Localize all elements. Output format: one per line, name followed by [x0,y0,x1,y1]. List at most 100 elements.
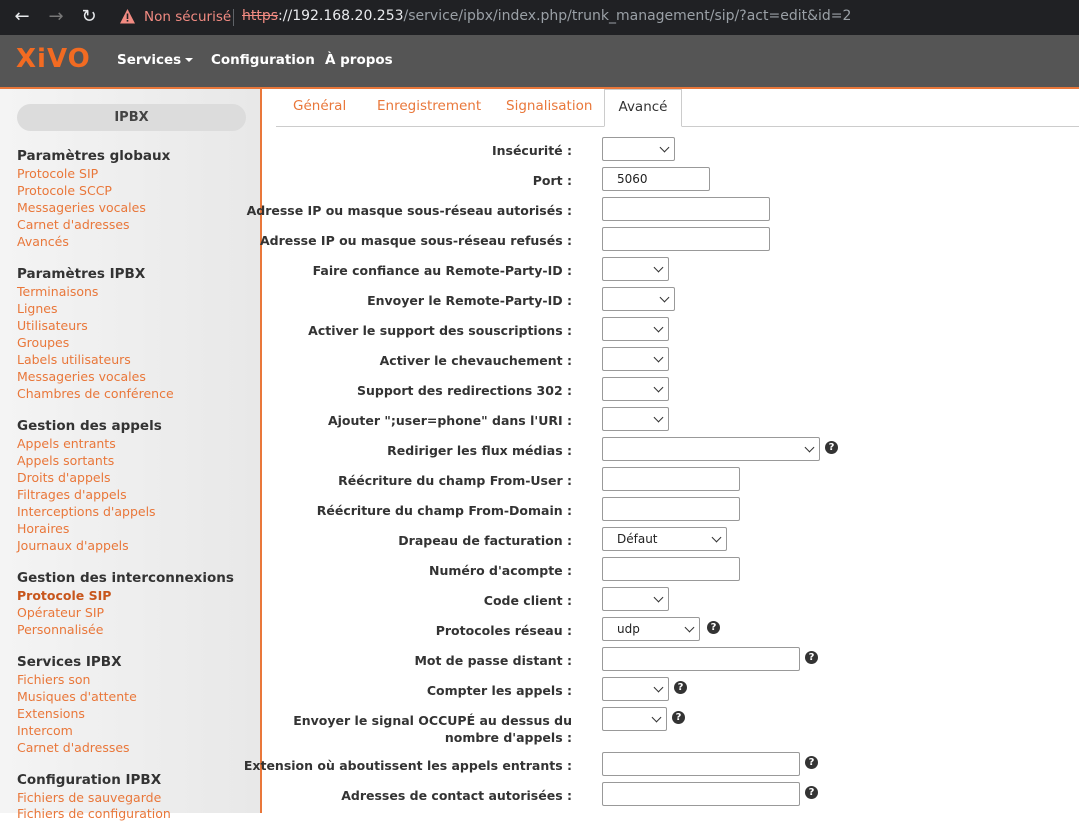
address-bar[interactable]: https://192.168.20.253/service/ipbx/inde… [242,8,851,24]
sidebar-link[interactable]: Protocole SCCP [17,183,112,198]
label-busylevel-line2: nombre d'appels : [444,730,572,745]
sidebar-link[interactable]: Fichiers de configuration [17,806,171,821]
fromuser-input[interactable] [602,467,740,491]
sidebar-link[interactable]: Carnet d'adresses [17,740,130,755]
help-icon[interactable]: ? [825,441,838,454]
help-icon[interactable]: ? [805,786,818,799]
label-permit: Adresse IP ou masque sous-réseau autoris… [246,203,572,218]
chevron-down-icon [653,592,664,603]
chevron-down-icon [711,532,722,543]
url-path: /service/ipbx/index.php/trunk_management… [403,8,852,24]
sidebar-link[interactable]: Intercom [17,723,73,738]
directmedia-select[interactable] [602,437,820,461]
tab-general[interactable]: Général [293,98,346,114]
transport-value: udp [617,622,640,636]
sidebar-link[interactable]: Personnalisée [17,622,103,637]
tab-signalisation[interactable]: Signalisation [506,98,592,114]
redirect302-select[interactable] [602,377,669,401]
sidebar-link[interactable]: Musiques d'attente [17,689,137,704]
sidebar-link[interactable]: Fichiers son [17,672,90,687]
label-userphone: Ajouter ";user=phone" dans l'URI : [327,413,572,428]
contactpermit-input[interactable] [602,782,800,806]
accountcode-input[interactable] [602,557,740,581]
label-contactpermit: Adresses de contact autorisées : [341,788,572,803]
sidebar-link[interactable]: Messageries vocales [17,369,146,384]
sidebar-link[interactable]: Fichiers de sauvegarde [17,790,161,805]
subscribe-select[interactable] [602,317,669,341]
label-overlap: Activer le chevauchement : [379,353,572,368]
sidebar-link[interactable]: Extensions [17,706,85,721]
permit-input[interactable] [602,197,770,221]
chevron-down-icon [653,322,664,333]
sidebar-link[interactable]: Chambres de conférence [17,386,174,401]
help-icon[interactable]: ? [674,681,687,694]
label-sendrpid: Envoyer le Remote-Party-ID : [367,293,572,308]
nav-configuration[interactable]: Configuration [211,52,315,68]
remotesecret-input[interactable] [602,647,800,671]
nav-apropos[interactable]: À propos [325,52,393,68]
browser-toolbar: ← → ↻ Non sécurisé https://192.168.20.25… [0,0,1079,35]
sidebar-link[interactable]: Terminaisons [17,284,98,299]
url-host: ://192.168.20.253 [278,8,404,24]
back-arrow-icon[interactable]: ← [11,6,33,28]
sidebar-link[interactable]: Protocole SIP [17,166,98,181]
clientcode-select[interactable] [602,587,669,611]
sendrpid-select[interactable] [602,287,675,311]
label-redirect302: Support des redirections 302 : [356,383,572,398]
deny-input[interactable] [602,227,770,251]
sidebar-section-title: Services IPBX [17,654,122,670]
sidebar-link[interactable]: Horaires [17,521,69,536]
sidebar-link-active[interactable]: Protocole SIP [17,588,111,603]
insecure-select[interactable] [602,137,675,161]
callcounter-select[interactable] [602,677,669,701]
sidebar-link[interactable]: Filtrages d'appels [17,487,127,502]
chevron-down-icon [659,292,670,303]
help-icon[interactable]: ? [672,711,685,724]
transport-select[interactable]: udp [602,617,700,641]
label-busylevel-line1: Envoyer le signal OCCUPÉ au dessus du [293,713,572,728]
label-deny: Adresse IP ou masque sous-réseau refusés… [259,233,572,248]
sidebar-link[interactable]: Lignes [17,301,58,316]
label-clientcode: Code client : [483,593,572,608]
help-icon[interactable]: ? [707,621,720,634]
busylevel-select[interactable] [602,707,667,731]
chevron-down-icon [659,142,670,153]
tab-avance[interactable]: Avancé [604,89,682,127]
sidebar-link[interactable]: Avancés [17,234,69,249]
nav-services[interactable]: Services [117,52,194,68]
chevron-down-icon [653,412,664,423]
sidebar-link[interactable]: Interceptions d'appels [17,504,156,519]
sidebar-link[interactable]: Carnet d'adresses [17,217,130,232]
not-secure-label[interactable]: Non sécurisé [144,9,231,25]
sidebar-link[interactable]: Groupes [17,335,69,350]
sidebar-link[interactable]: Utilisateurs [17,318,88,333]
sidebar-link[interactable]: Opérateur SIP [17,605,104,620]
chevron-down-icon [653,382,664,393]
label-remotesecret: Mot de passe distant : [414,653,572,668]
sidebar-link[interactable]: Messageries vocales [17,200,146,215]
label-transport: Protocoles réseau : [435,623,572,638]
port-input[interactable]: 5060 [602,167,710,191]
userphone-select[interactable] [602,407,669,431]
sidebar-link[interactable]: Droits d'appels [17,470,111,485]
forward-arrow-icon[interactable]: → [45,6,67,28]
label-amaflags: Drapeau de facturation : [398,533,572,548]
xivo-logo[interactable]: XiVO [16,44,91,74]
fromdomain-input[interactable] [602,497,740,521]
sidebar-link[interactable]: Appels sortants [17,453,114,468]
label-fromuser: Réécriture du champ From-User : [338,473,572,488]
tab-enregistrement[interactable]: Enregistrement [377,98,481,114]
nav-services-label: Services [117,52,182,68]
sidebar-link[interactable]: Labels utilisateurs [17,352,131,367]
reload-icon[interactable]: ↻ [78,6,100,28]
sidebar-ipbx-pill[interactable]: IPBX [17,104,246,131]
sidebar-link[interactable]: Journaux d'appels [17,538,129,553]
incomingext-input[interactable] [602,752,800,776]
sidebar-link[interactable]: Appels entrants [17,436,116,451]
overlap-select[interactable] [602,347,669,371]
chevron-down-icon [651,712,662,723]
help-icon[interactable]: ? [805,651,818,664]
amaflags-select[interactable]: Défaut [602,527,727,551]
help-icon[interactable]: ? [805,756,818,769]
trustrpid-select[interactable] [602,257,669,281]
